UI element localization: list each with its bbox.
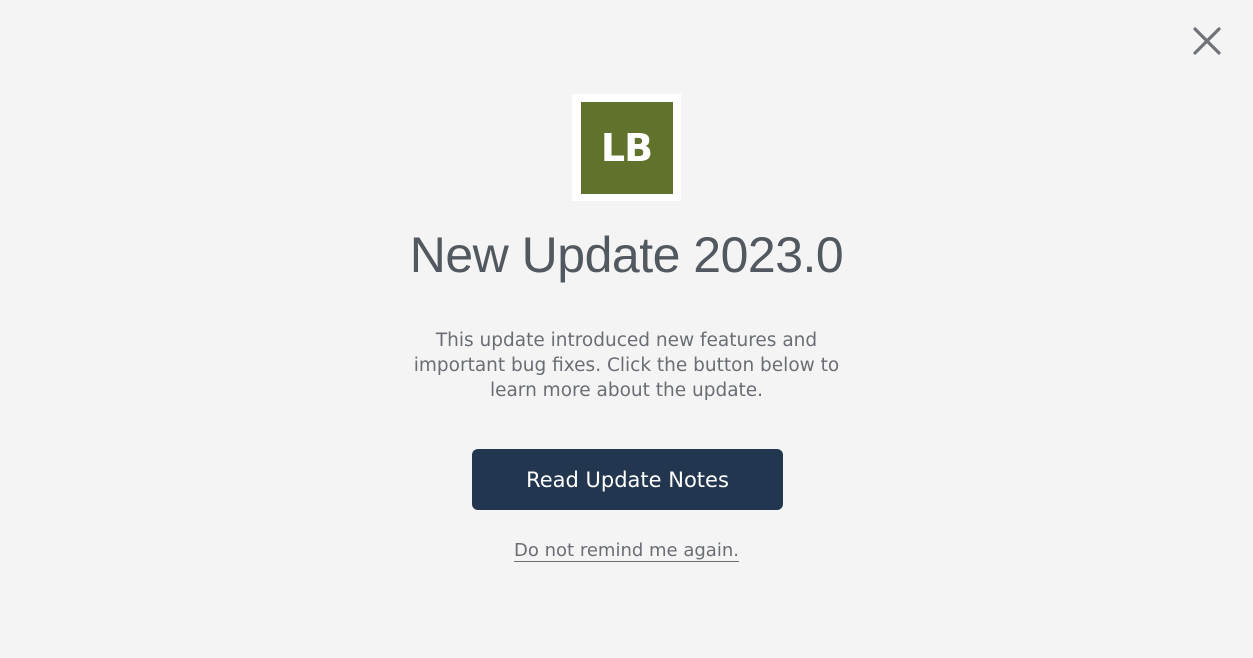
update-dialog: LB New Update 2023.0 This update introdu…: [0, 0, 1253, 658]
close-button[interactable]: [1188, 22, 1226, 60]
do-not-remind-link[interactable]: Do not remind me again.: [514, 540, 739, 561]
dismiss-link-container: Do not remind me again.: [0, 537, 1253, 565]
app-logo: LB: [572, 94, 681, 201]
read-update-notes-button[interactable]: Read Update Notes: [472, 449, 783, 510]
dialog-title: New Update 2023.0: [409, 227, 844, 283]
close-icon: [1193, 27, 1221, 55]
dialog-description: This update introduced new features and …: [413, 330, 840, 401]
logo-mark: LB: [580, 101, 673, 194]
